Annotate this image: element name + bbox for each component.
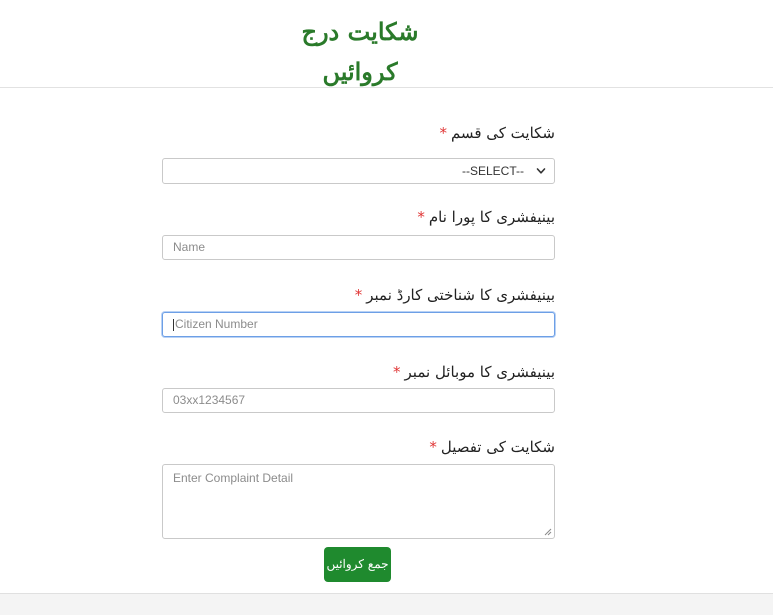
chevron-down-icon (536, 168, 546, 174)
mobile-placeholder: 03xx1234567 (173, 393, 246, 407)
required-mark: * (354, 286, 363, 304)
cnic-placeholder: Citizen Number (175, 317, 258, 331)
complaint-type-label: شکایت کی قسم* (162, 123, 555, 143)
cnic-input[interactable]: Citizen Number (162, 312, 555, 337)
required-mark: * (393, 363, 401, 381)
text-caret (173, 318, 174, 331)
page-footer (0, 593, 773, 615)
complaint-type-label-text: شکایت کی قسم (450, 124, 555, 142)
full-name-placeholder: Name (173, 240, 206, 254)
full-name-label-text: بینیفشری کا پورا نام (428, 208, 555, 226)
mobile-label-text: بینیفشری کا موبائل نمبر (404, 363, 555, 381)
complaint-type-selected: --SELECT-- (461, 164, 524, 178)
detail-label: شکایت کی تفصیل* (162, 437, 555, 457)
required-mark: * (429, 438, 437, 456)
cnic-label-text: بینیفشری کا شناختی کارڈ نمبر (366, 286, 555, 304)
required-mark: * (439, 124, 447, 142)
page-title: شکایت درج کروائیں (301, 17, 419, 86)
full-name-input[interactable]: Name (162, 235, 555, 260)
resize-handle-icon[interactable] (544, 528, 552, 536)
full-name-label: بینیفشری کا پورا نام* (162, 207, 555, 227)
complaint-detail-textarea[interactable]: Enter Complaint Detail (162, 464, 555, 539)
cnic-label: بینیفشری کا شناختی کارڈ نمبر* (162, 285, 555, 305)
page-header: شکایت درج کروائیں (0, 0, 773, 88)
required-mark: * (417, 208, 425, 226)
mobile-label: بینیفشری کا موبائل نمبر* (162, 362, 555, 382)
detail-label-text: شکایت کی تفصیل (440, 438, 555, 456)
complaint-page: شکایت درج کروائیں شکایت کی قسم* --SELECT… (0, 0, 773, 615)
mobile-input[interactable]: 03xx1234567 (162, 388, 555, 413)
detail-placeholder: Enter Complaint Detail (173, 471, 294, 485)
complaint-type-select[interactable]: --SELECT-- (162, 158, 555, 184)
submit-button[interactable]: جمع کروائیں (324, 547, 391, 582)
